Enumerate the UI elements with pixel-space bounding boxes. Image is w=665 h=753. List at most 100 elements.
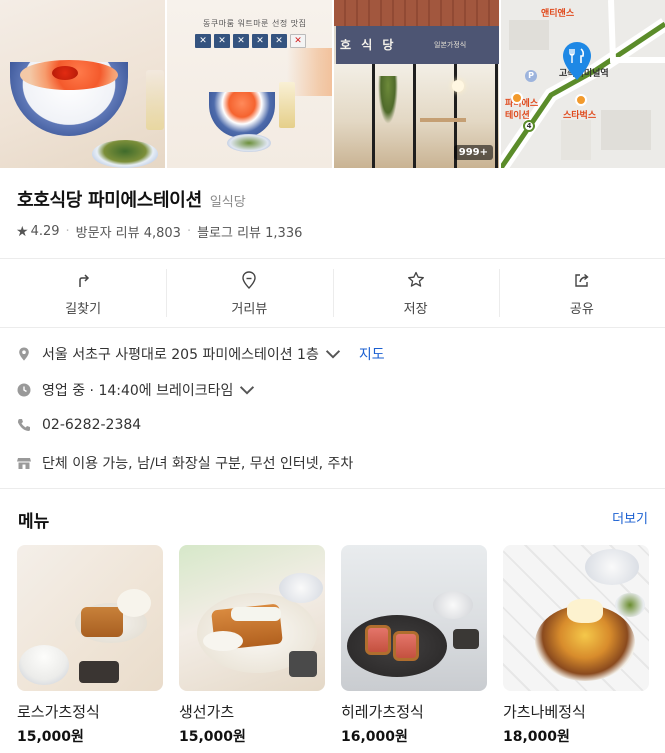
menu-item-price: 18,000원	[503, 729, 570, 745]
menu-more-link[interactable]: 더보기	[612, 508, 648, 527]
title-row: 호호식당 파미에스테이션 일식당	[17, 186, 246, 212]
map-label-entis: 앤티앤스	[541, 9, 575, 19]
photo-storefront[interactable]: 호 식 당 일본가정식 999+	[334, 0, 499, 168]
action-bar: 길찾기 거리뷰 저장 공유	[0, 258, 665, 328]
menu-list: 로스가츠정식 15,000원 생선가츠 15,000원 히레가츠정식 16,00…	[17, 545, 649, 746]
stats-row: ★ 4.29 · 방문자 리뷰 4,803 · 블로그 리뷰 1,336	[16, 222, 302, 242]
table-graphic	[420, 118, 466, 122]
menu-item-price: 15,000원	[17, 729, 84, 745]
menu-photo	[503, 545, 649, 691]
poster-title: 동쿠마룸 워트마룬 선정 맛집	[203, 19, 307, 28]
rice-bowl-graphic	[433, 591, 473, 619]
cafe-dot-icon	[575, 94, 587, 106]
save-button[interactable]: 저장	[332, 259, 499, 327]
award-badge: ✕	[271, 34, 287, 48]
side-dish-graphic	[615, 593, 645, 617]
rice-bowl-graphic	[19, 645, 69, 685]
share-icon	[575, 273, 589, 287]
separator-dot: ·	[186, 224, 192, 239]
glass-graphic	[146, 70, 164, 130]
map-pin-icon	[563, 42, 591, 80]
rice-bowl-graphic	[585, 549, 639, 585]
mini-map[interactable]: 앤티앤스 고속터미널역 스타벅스 파미에스테이션 P 4	[501, 0, 665, 168]
store-sign-subtext: 일본가정식	[434, 41, 467, 49]
store-icon	[17, 458, 31, 469]
lamp-graphic	[452, 80, 464, 92]
menu-item-name: 가츠나베정식	[503, 703, 586, 721]
separator-dot: ·	[65, 224, 70, 239]
map-background	[501, 0, 665, 168]
parking-icon: P	[525, 70, 537, 82]
address-text: 서울 서초구 사평대로 205 파미에스테이션 1층	[42, 347, 319, 363]
chevron-down-icon[interactable]	[239, 382, 255, 398]
glass-graphic	[279, 82, 295, 128]
roe-graphic	[52, 66, 78, 80]
blog-reviews-link[interactable]: 블로그 리뷰 1,336	[197, 222, 302, 241]
phone-text[interactable]: 02-6282-2384	[42, 417, 141, 433]
place-category: 일식당	[209, 195, 246, 210]
clock-icon	[17, 383, 31, 397]
amenities-text: 단체 이용 가능, 남/녀 화장실 구분, 무선 인터넷, 주차	[42, 456, 354, 472]
directions-button[interactable]: 길찾기	[0, 259, 166, 327]
cutlet-graphic	[81, 607, 123, 637]
place-name: 호호식당 파미에스테이션	[17, 190, 202, 211]
streetview-label: 거리뷰	[231, 301, 268, 317]
star-outline-icon	[407, 271, 424, 287]
address-row: 서울 서초구 사평대로 205 파미에스테이션 1층 지도	[16, 344, 385, 364]
place-dot-icon	[511, 92, 523, 104]
photo-strip: 동쿠마룸 워트마룬 선정 맛집 ✕ ✕ ✕ ✕ ✕ ✕ 호 식 당 일본가정식 …	[0, 0, 665, 168]
menu-item-name: 로스가츠정식	[17, 703, 100, 721]
map-link[interactable]: 지도	[359, 344, 385, 364]
sauce-dish-graphic	[79, 661, 119, 683]
menu-photo	[179, 545, 325, 691]
brick-wall	[334, 0, 499, 26]
visitor-reviews-link[interactable]: 방문자 리뷰 4,803	[76, 222, 181, 241]
chevron-down-icon[interactable]	[325, 346, 341, 362]
cabbage-graphic	[117, 589, 151, 617]
amenities-row: 단체 이용 가능, 남/녀 화장실 구분, 무선 인터넷, 주차	[16, 453, 353, 473]
map-label-famille: 파미에스테이션	[505, 99, 539, 121]
directions-icon	[79, 273, 90, 287]
menu-photo	[341, 545, 487, 691]
menu-item-name: 히레가츠정식	[341, 703, 424, 721]
save-label: 저장	[403, 301, 428, 317]
share-button[interactable]: 공유	[498, 259, 665, 327]
award-badge: ✕	[290, 34, 306, 48]
hours-row: 영업 중 · 14:40에 브레이크타임	[16, 380, 265, 400]
menu-photo	[17, 545, 163, 691]
egg-topping-graphic	[567, 599, 603, 623]
menu-item[interactable]: 히레가츠정식 16,000원	[341, 545, 487, 746]
hours-text: 영업 중 · 14:40에 브레이크타임	[42, 383, 234, 399]
streetview-button[interactable]: 거리뷰	[166, 259, 332, 327]
menu-item-price: 15,000원	[179, 729, 246, 745]
map-label-starbucks: 스타벅스	[563, 111, 597, 121]
tartar-sauce-graphic	[231, 607, 281, 621]
store-sign-text: 호 식 당	[340, 38, 397, 52]
directions-label: 길찾기	[65, 301, 102, 317]
award-badge: ✕	[252, 34, 268, 48]
menu-item-price: 16,000원	[341, 729, 408, 745]
cabbage-graphic	[203, 631, 243, 651]
streetview-pin-icon	[242, 270, 257, 289]
menu-item[interactable]: 가츠나베정식 18,000원	[503, 545, 649, 746]
menu-item[interactable]: 로스가츠정식 15,000원	[17, 545, 163, 746]
award-badge: ✕	[195, 34, 211, 48]
menu-item[interactable]: 생선가츠 15,000원	[179, 545, 325, 746]
award-badge: ✕	[214, 34, 230, 48]
rating-value: 4.29	[30, 224, 60, 239]
bowl-graphic	[209, 92, 275, 138]
phone-icon	[18, 419, 30, 431]
menu-item-name: 생선가츠	[179, 703, 235, 721]
sauce-dish-graphic	[453, 629, 479, 649]
location-pin-icon	[19, 347, 29, 361]
photo-salmon-bowl[interactable]	[0, 0, 165, 168]
menu-section-title: 메뉴	[18, 512, 50, 532]
plant-graphic	[378, 76, 398, 124]
cutlet-graphic	[365, 625, 391, 655]
side-dish-graphic	[92, 140, 158, 168]
award-badge: ✕	[233, 34, 249, 48]
metro-line-icon: 4	[523, 120, 535, 132]
photo-poster[interactable]: 동쿠마룸 워트마룬 선정 맛집 ✕ ✕ ✕ ✕ ✕ ✕	[167, 0, 332, 168]
cup-graphic	[289, 651, 317, 677]
side-dish-graphic	[227, 134, 271, 152]
